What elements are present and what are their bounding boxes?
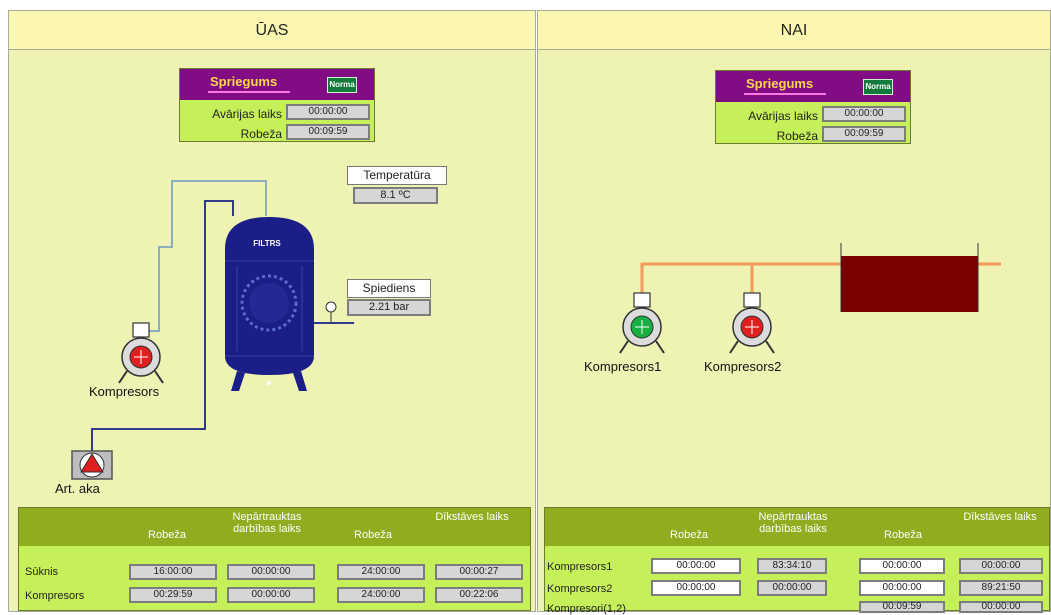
status-badge: Norma (327, 77, 357, 93)
row-label-compressors-1-2: Kompresori(1,2) (547, 603, 626, 615)
uas-runtime-table: Robeža Nepārtrauktas darbības laiks Robe… (18, 507, 531, 611)
row-label-compressor2: Kompresors2 (547, 583, 613, 595)
temperature-label: Temperatūra (347, 166, 447, 185)
alarm-time-label: Avārijas laiks (748, 109, 818, 123)
alarm-time-label: Avārijas laiks (212, 107, 282, 121)
nai-runtime-table: Robeža Nepārtrauktas darbības laiks Robe… (544, 507, 1050, 615)
column-header: Robeža (148, 529, 186, 541)
column-header: Nepārtrauktas darbības laiks (758, 511, 828, 535)
well-label: Art. aka (55, 481, 100, 496)
limit-label: Robeža (776, 129, 818, 143)
well-pump-icon[interactable] (71, 450, 113, 480)
voltage-title: Spriegums (210, 74, 278, 89)
pressure-gauge-icon (325, 301, 337, 313)
table-cell: 24:00:00 (337, 587, 425, 603)
table-cell: 24:00:00 (337, 564, 425, 580)
column-header: Robeža (354, 529, 392, 541)
table-cell: 00:00:00 (859, 558, 945, 574)
voltage-block: Spriegums Norma Avārijas laiks 00:00:00 … (179, 68, 375, 142)
compressor2-icon[interactable] (729, 292, 775, 354)
water-tank (840, 243, 979, 312)
voltage-title: Spriegums (746, 76, 814, 91)
column-header: Dīkstāves laiks (435, 511, 509, 523)
table-cell: 00:00:00 (651, 580, 741, 596)
table-cell: 00:09:59 (859, 601, 945, 613)
table-cell: 00:22:06 (435, 587, 523, 603)
table-cell: 83:34:10 (757, 558, 827, 574)
compressor2-label: Kompresors2 (704, 359, 782, 374)
filter-label: FILTRS (253, 239, 281, 248)
column-header: Robeža (670, 529, 708, 541)
row-label-compressor1: Kompresors1 (547, 561, 613, 573)
table-cell: 00:00:00 (227, 564, 315, 580)
column-header: Nepārtrauktas darbības laiks (232, 511, 302, 535)
alarm-time-value: 00:00:00 (822, 106, 906, 122)
table-cell: 00:00:00 (859, 580, 945, 596)
pressure-label: Spiediens (347, 279, 431, 298)
temperature-value: 8.1 ºC (353, 187, 438, 204)
row-label-compressor: Kompresors (25, 590, 85, 602)
table-cell: 00:00:00 (959, 601, 1043, 613)
water-pipe (91, 200, 234, 453)
table-cell: 00:00:27 (435, 564, 523, 580)
table-cell: 00:29:59 (129, 587, 217, 603)
limit-label: Robeža (240, 127, 282, 141)
panel-uas: ŪAS FILTRS Spriegums Norma Avārijas laik… (8, 10, 536, 612)
compressor1-icon[interactable] (619, 292, 665, 354)
panel-nai: NAI Spriegums Norma Avārijas laiks 00:00… (537, 10, 1051, 615)
table-cell: 00:00:00 (959, 558, 1043, 574)
limit-value: 00:09:59 (286, 124, 370, 140)
compressor-label: Kompresors (89, 384, 160, 399)
column-header: Robeža (884, 529, 922, 541)
pressure-value: 2.21 bar (347, 299, 431, 316)
limit-value: 00:09:59 (822, 126, 906, 142)
table-cell: 16:00:00 (129, 564, 217, 580)
column-header: Dīkstāves laiks (963, 511, 1037, 523)
row-label-pump: Sūknis (25, 566, 59, 578)
voltage-block: Spriegums Norma Avārijas laiks 00:00:00 … (715, 70, 911, 144)
alarm-time-value: 00:00:00 (286, 104, 370, 120)
compressor1-label: Kompresors1 (584, 359, 662, 374)
table-cell: 00:00:00 (227, 587, 315, 603)
table-cell: 89:21:50 (959, 580, 1043, 596)
table-cell: 00:00:00 (651, 558, 741, 574)
status-badge: Norma (863, 79, 893, 95)
table-cell: 00:00:00 (757, 580, 827, 596)
